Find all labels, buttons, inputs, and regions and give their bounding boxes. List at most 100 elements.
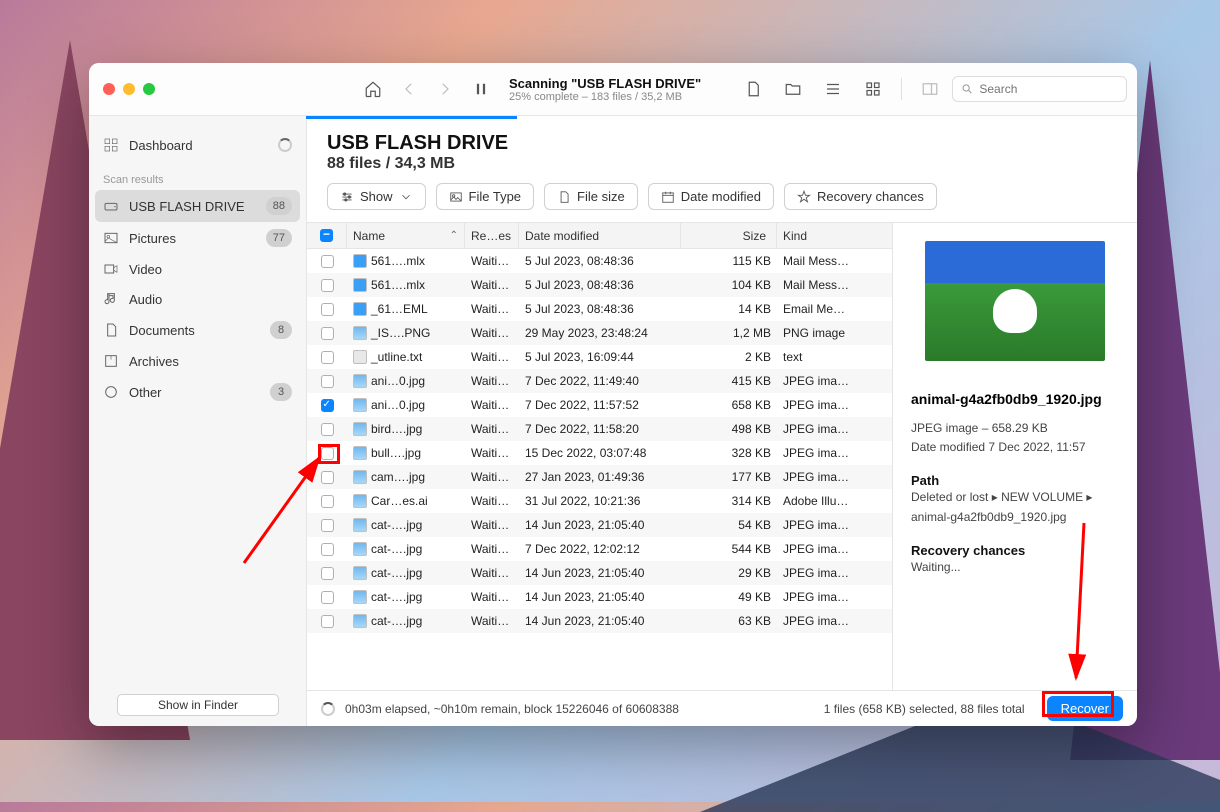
home-icon[interactable] — [361, 77, 385, 101]
document-icon[interactable] — [741, 77, 765, 101]
row-checkbox[interactable] — [321, 471, 334, 484]
row-checkbox[interactable] — [321, 591, 334, 604]
chevron-down-icon — [399, 190, 413, 204]
row-checkbox[interactable] — [321, 351, 334, 364]
file-date: 7 Dec 2022, 12:02:12 — [519, 542, 681, 556]
table-row[interactable]: ani…0.jpgWaiti…7 Dec 2022, 11:49:40415 K… — [307, 369, 892, 393]
header-name[interactable]: Name⌃ — [347, 223, 465, 248]
file-size: 328 KB — [681, 446, 777, 460]
sidebar-item-label: Documents — [129, 323, 195, 338]
table-row[interactable]: cat-….jpgWaiti…14 Jun 2023, 21:05:4049 K… — [307, 585, 892, 609]
sidebar-dashboard[interactable]: Dashboard — [89, 130, 306, 160]
grid-view-icon[interactable] — [861, 77, 885, 101]
preview-rec-value: Waiting... — [911, 558, 1119, 577]
row-checkbox[interactable] — [321, 399, 334, 412]
footer: 0h03m elapsed, ~0h10m remain, block 1522… — [307, 690, 1137, 726]
pause-icon[interactable] — [469, 77, 493, 101]
filter-filetype-button[interactable]: File Type — [436, 183, 535, 210]
row-checkbox[interactable] — [321, 519, 334, 532]
search-input[interactable] — [979, 82, 1118, 96]
table-row[interactable]: bull….jpgWaiti…15 Dec 2022, 03:07:48328 … — [307, 441, 892, 465]
file-icon — [353, 398, 367, 412]
table-row[interactable]: 561….mlxWaiti…5 Jul 2023, 08:48:36115 KB… — [307, 249, 892, 273]
video-icon — [103, 261, 119, 277]
app-window: Scanning "USB FLASH DRIVE" 25% complete … — [89, 63, 1137, 726]
file-date: 14 Jun 2023, 21:05:40 — [519, 566, 681, 580]
table-row[interactable]: _61…EMLWaiti…5 Jul 2023, 08:48:3614 KBEm… — [307, 297, 892, 321]
file-recovery: Waiti… — [465, 302, 519, 316]
header-kind[interactable]: Kind — [777, 223, 892, 248]
table-row[interactable]: cat-….jpgWaiti…14 Jun 2023, 21:05:4029 K… — [307, 561, 892, 585]
sidebar-item-audio[interactable]: Audio — [89, 284, 306, 314]
table-row[interactable]: cat-….jpgWaiti…14 Jun 2023, 21:05:4054 K… — [307, 513, 892, 537]
close-icon[interactable] — [103, 83, 115, 95]
folder-icon[interactable] — [781, 77, 805, 101]
file-kind: Mail Mess… — [777, 278, 892, 292]
table-row[interactable]: cam….jpgWaiti…27 Jan 2023, 01:49:36177 K… — [307, 465, 892, 489]
table-row[interactable]: _IS….PNGWaiti…29 May 2023, 23:48:241,2 M… — [307, 321, 892, 345]
sidebar-item-archives[interactable]: Archives — [89, 346, 306, 376]
minimize-icon[interactable] — [123, 83, 135, 95]
row-checkbox[interactable] — [321, 279, 334, 292]
file-kind: JPEG ima… — [777, 566, 892, 580]
file-date: 5 Jul 2023, 08:48:36 — [519, 254, 681, 268]
file-date: 5 Jul 2023, 08:48:36 — [519, 278, 681, 292]
table-row[interactable]: Car…es.aiWaiti…31 Jul 2022, 10:21:36314 … — [307, 489, 892, 513]
sidebar-item-other[interactable]: Other3 — [89, 376, 306, 408]
footer-elapsed: 0h03m elapsed, ~0h10m remain, block 1522… — [345, 702, 679, 716]
sort-asc-icon: ⌃ — [450, 230, 458, 241]
search-icon — [961, 82, 973, 96]
filter-datemod-button[interactable]: Date modified — [648, 183, 774, 210]
row-checkbox[interactable] — [321, 447, 334, 460]
maximize-icon[interactable] — [143, 83, 155, 95]
spinner-icon — [278, 138, 292, 152]
row-checkbox[interactable] — [321, 375, 334, 388]
file-icon — [353, 422, 367, 436]
file-size: 1,2 MB — [681, 326, 777, 340]
table-row[interactable]: cat-….jpgWaiti…14 Jun 2023, 21:05:4063 K… — [307, 609, 892, 633]
file-kind: Adobe Illu… — [777, 494, 892, 508]
file-name: cat-….jpg — [371, 566, 422, 580]
other-icon — [103, 384, 119, 400]
header-date[interactable]: Date modified — [519, 223, 681, 248]
row-checkbox[interactable] — [321, 543, 334, 556]
header-checkbox[interactable] — [307, 223, 347, 248]
file-kind: PNG image — [777, 326, 892, 340]
table-row[interactable]: ani…0.jpgWaiti…7 Dec 2022, 11:57:52658 K… — [307, 393, 892, 417]
file-recovery: Waiti… — [465, 446, 519, 460]
sidebar-item-pictures[interactable]: Pictures77 — [89, 222, 306, 254]
file-name: cat-….jpg — [371, 542, 422, 556]
sidebar-item-usb-flash-drive[interactable]: USB FLASH DRIVE88 — [95, 190, 300, 222]
back-icon[interactable] — [397, 77, 421, 101]
file-icon — [353, 470, 367, 484]
file-date: 5 Jul 2023, 08:48:36 — [519, 302, 681, 316]
list-view-icon[interactable] — [821, 77, 845, 101]
row-checkbox[interactable] — [321, 567, 334, 580]
table-row[interactable]: bird….jpgWaiti…7 Dec 2022, 11:58:20498 K… — [307, 417, 892, 441]
table-row[interactable]: cat-….jpgWaiti…7 Dec 2022, 12:02:12544 K… — [307, 537, 892, 561]
file-size: 49 KB — [681, 590, 777, 604]
header-recovery[interactable]: Re…es — [465, 223, 519, 248]
row-checkbox[interactable] — [321, 303, 334, 316]
sidebar-toggle-icon[interactable] — [918, 77, 942, 101]
file-kind: JPEG ima… — [777, 422, 892, 436]
row-checkbox[interactable] — [321, 423, 334, 436]
recover-button[interactable]: Recover — [1047, 696, 1123, 721]
row-checkbox[interactable] — [321, 495, 334, 508]
search-field[interactable] — [952, 76, 1127, 102]
filter-recovery-button[interactable]: Recovery chances — [784, 183, 937, 210]
file-size: 314 KB — [681, 494, 777, 508]
table-row[interactable]: 561….mlxWaiti…5 Jul 2023, 08:48:36104 KB… — [307, 273, 892, 297]
forward-icon[interactable] — [433, 77, 457, 101]
row-checkbox[interactable] — [321, 615, 334, 628]
filter-filesize-button[interactable]: File size — [544, 183, 638, 210]
row-checkbox[interactable] — [321, 327, 334, 340]
sidebar-item-documents[interactable]: Documents8 — [89, 314, 306, 346]
file-icon — [353, 302, 367, 316]
sidebar-item-video[interactable]: Video — [89, 254, 306, 284]
row-checkbox[interactable] — [321, 255, 334, 268]
header-size[interactable]: Size — [681, 223, 777, 248]
table-row[interactable]: _utline.txtWaiti…5 Jul 2023, 16:09:442 K… — [307, 345, 892, 369]
filter-show-button[interactable]: Show — [327, 183, 426, 210]
show-in-finder-button[interactable]: Show in Finder — [117, 694, 279, 716]
